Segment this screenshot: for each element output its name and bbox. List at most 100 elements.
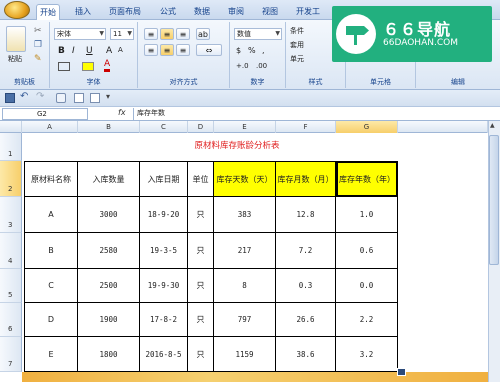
column-header-selected[interactable]: G (336, 121, 398, 133)
print-preview-icon[interactable] (56, 93, 66, 103)
data-cell[interactable]: 1159 (214, 337, 276, 372)
header-cell[interactable]: 原材料名称 (24, 161, 78, 197)
open-icon[interactable] (90, 93, 100, 103)
header-cell[interactable]: 入库日期 (140, 161, 188, 197)
customize-qat-icon[interactable]: ▾ (106, 92, 110, 101)
data-cell[interactable]: 2580 (78, 233, 140, 269)
data-cell[interactable]: B (24, 233, 78, 269)
header-cell[interactable]: 单位 (188, 161, 214, 197)
data-cell[interactable]: 12.8 (276, 197, 336, 233)
increase-decimal-icon[interactable]: +.0 (236, 62, 249, 70)
row-header[interactable]: 3 (0, 197, 22, 233)
align-bottom-icon[interactable]: ≡ (176, 28, 190, 40)
data-cell[interactable]: 26.6 (276, 303, 336, 337)
data-cell[interactable]: 0.0 (336, 269, 398, 303)
border-icon[interactable] (58, 62, 70, 71)
data-cell[interactable]: 38.6 (276, 337, 336, 372)
row-header[interactable]: 4 (0, 233, 22, 269)
tab-view[interactable]: 视图 (259, 4, 281, 20)
column-header[interactable]: E (214, 121, 276, 133)
data-cell[interactable]: 3.2 (336, 337, 398, 372)
fill-color-icon[interactable] (82, 62, 94, 71)
data-cell[interactable]: 7.2 (276, 233, 336, 269)
tab-home[interactable]: 开始 (36, 4, 60, 20)
data-cell[interactable]: 19-9-30 (140, 269, 188, 303)
column-header-empty[interactable] (398, 121, 488, 133)
row-header[interactable]: 7 (0, 337, 22, 372)
tab-formulas[interactable]: 公式 (157, 4, 179, 20)
data-cell[interactable]: 2016-8-5 (140, 337, 188, 372)
data-cell[interactable]: 只 (188, 337, 214, 372)
data-cell[interactable]: 8 (214, 269, 276, 303)
office-button[interactable] (4, 1, 30, 19)
tab-review[interactable]: 审阅 (225, 4, 247, 20)
paste-icon[interactable] (6, 26, 26, 52)
font-size-select[interactable]: 11 ▼ (110, 28, 134, 40)
sheet-title[interactable]: 原材料库存账龄分析表 (137, 139, 337, 151)
paste-button[interactable]: 粘贴 (8, 54, 22, 64)
data-cell[interactable]: E (24, 337, 78, 372)
number-format-select[interactable]: 数值 ▼ (234, 28, 282, 40)
align-top-icon[interactable]: ≡ (144, 28, 158, 40)
data-cell[interactable]: 17-8-2 (140, 303, 188, 337)
data-cell[interactable]: 2500 (78, 269, 140, 303)
data-cell[interactable]: 只 (188, 303, 214, 337)
row-header-selected[interactable]: 2 (0, 161, 22, 197)
new-document-icon[interactable] (74, 93, 84, 103)
cut-icon[interactable]: ✂ (34, 26, 42, 36)
currency-icon[interactable]: $ (236, 46, 241, 55)
data-cell[interactable]: D (24, 303, 78, 337)
scrollbar-thumb[interactable] (489, 135, 499, 265)
data-cell[interactable]: 1900 (78, 303, 140, 337)
tab-developer[interactable]: 开发工 (293, 4, 323, 20)
data-cell[interactable]: 18-9-20 (140, 197, 188, 233)
data-cell[interactable]: 0.6 (336, 233, 398, 269)
decrease-decimal-icon[interactable]: .00 (256, 62, 267, 70)
name-box[interactable]: G2 (2, 108, 88, 120)
orientation-icon[interactable]: ab (196, 28, 210, 40)
column-header[interactable]: B (78, 121, 140, 133)
conditional-format-button[interactable]: 条件 (290, 26, 304, 36)
bold-icon[interactable]: B (58, 46, 65, 56)
tab-data[interactable]: 数据 (191, 4, 213, 20)
insert-function-icon[interactable]: fx (118, 108, 126, 117)
data-cell[interactable]: 1.0 (336, 197, 398, 233)
align-right-icon[interactable]: ≡ (176, 44, 190, 56)
data-cell[interactable]: 383 (214, 197, 276, 233)
save-icon[interactable] (5, 93, 15, 103)
format-painter-icon[interactable]: ✎ (34, 54, 42, 64)
data-cell[interactable]: 217 (214, 233, 276, 269)
data-cell[interactable]: 0.3 (276, 269, 336, 303)
data-cell[interactable]: 797 (214, 303, 276, 337)
header-cell[interactable]: 库存月数（月） (276, 161, 336, 197)
font-grow-icon[interactable]: A (106, 46, 112, 56)
formula-input[interactable]: 库存年数 (133, 108, 487, 120)
tab-page-layout[interactable]: 页面布局 (106, 4, 144, 20)
redo-icon[interactable]: ↷ (36, 91, 44, 102)
font-name-select[interactable]: 宋体 ▼ (54, 28, 106, 40)
row-header[interactable]: 5 (0, 269, 22, 303)
header-cell[interactable]: 库存年数（年） (336, 161, 398, 197)
merge-center-icon[interactable]: ⇔ (196, 44, 222, 56)
data-cell[interactable]: A (24, 197, 78, 233)
cell-styles-button[interactable]: 单元 (290, 54, 304, 64)
select-all-corner[interactable] (0, 121, 22, 133)
font-color-icon[interactable]: A (104, 60, 111, 72)
data-cell[interactable]: 2.2 (336, 303, 398, 337)
header-cell[interactable]: 库存天数（天） (214, 161, 276, 197)
data-cell[interactable]: 只 (188, 197, 214, 233)
copy-icon[interactable]: ❐ (34, 40, 42, 50)
font-shrink-icon[interactable]: A (118, 46, 123, 54)
data-cell[interactable]: 1800 (78, 337, 140, 372)
format-as-table-button[interactable]: 套用 (290, 40, 304, 50)
tab-insert[interactable]: 插入 (72, 4, 94, 20)
column-header[interactable]: D (188, 121, 214, 133)
italic-icon[interactable]: I (72, 46, 75, 56)
paste-options-icon[interactable] (397, 368, 406, 376)
comma-icon[interactable]: , (262, 46, 265, 55)
align-middle-icon[interactable]: ≡ (160, 28, 174, 40)
underline-icon[interactable]: U (86, 46, 93, 56)
data-cell[interactable]: 只 (188, 233, 214, 269)
percent-icon[interactable]: % (248, 46, 256, 55)
header-cell[interactable]: 入库数量 (78, 161, 140, 197)
